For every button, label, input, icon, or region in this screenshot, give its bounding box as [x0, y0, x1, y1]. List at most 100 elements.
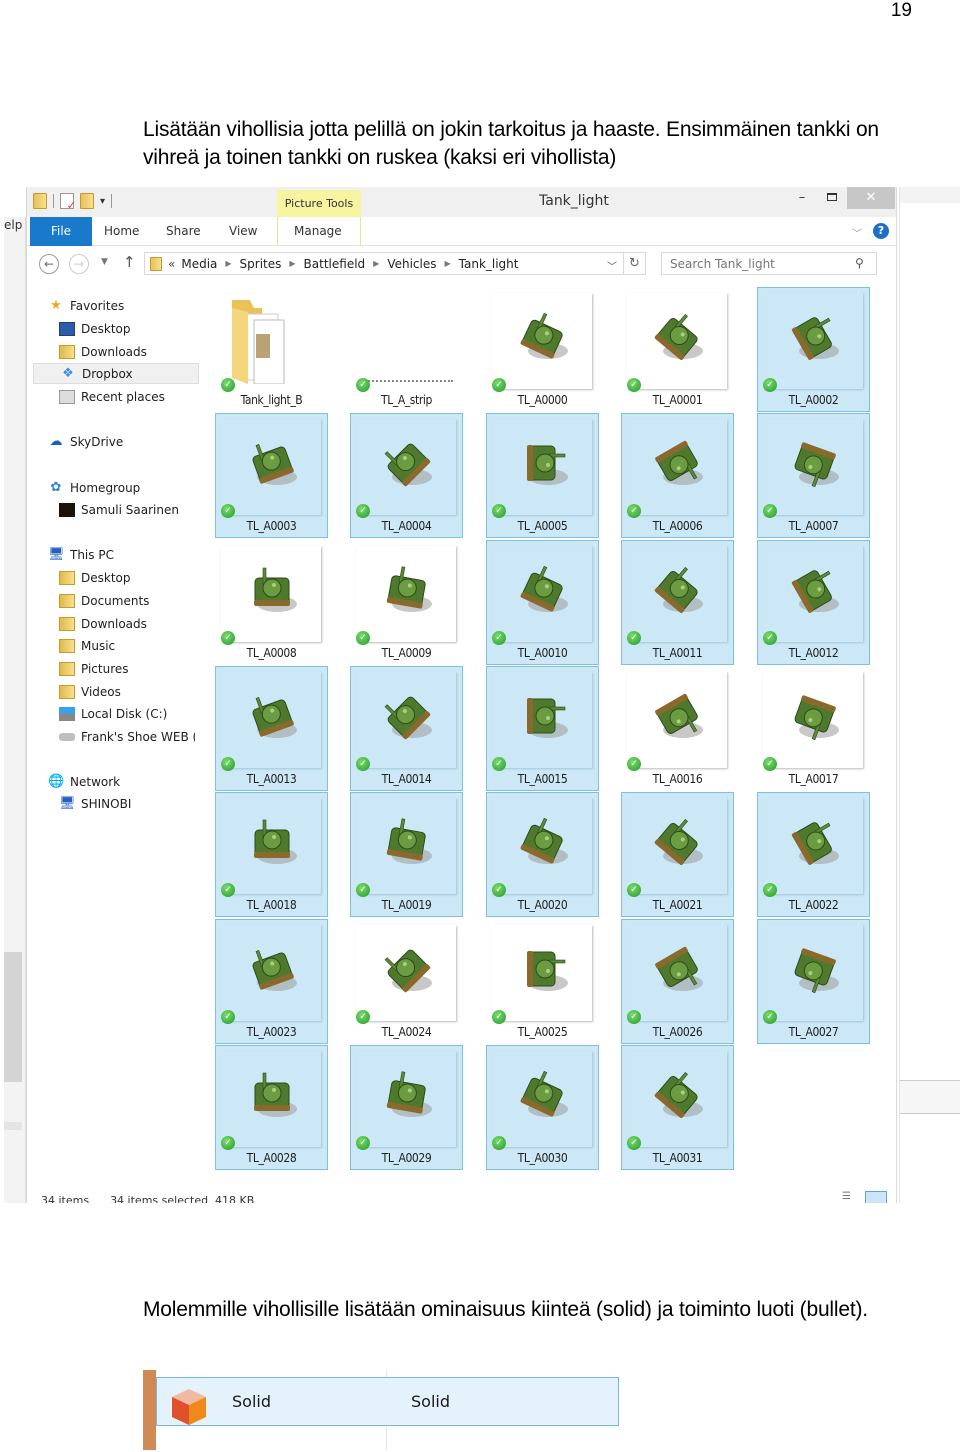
sidebar-item-downloads[interactable]: Downloads — [27, 341, 195, 362]
solid-property-row[interactable]: Solid Solid — [156, 1377, 619, 1426]
sidebar-item-videos[interactable]: Videos — [27, 681, 195, 702]
sidebar-network[interactable]: 🌐 Network — [27, 771, 195, 792]
refresh-button[interactable]: ↻ — [624, 252, 646, 275]
tab-share[interactable]: Share — [166, 217, 201, 246]
file-item[interactable]: ✓ TL_A_strip — [350, 287, 463, 412]
file-item[interactable]: ✓ TL_A0007 — [757, 413, 870, 538]
file-item[interactable]: ✓ TL_A0020 — [486, 792, 599, 917]
sidebar-skydrive[interactable]: ☁ SkyDrive — [27, 431, 195, 452]
back-button[interactable]: ← — [39, 254, 59, 274]
file-item[interactable]: ✓ TL_A0000 — [486, 287, 599, 412]
maximize-button[interactable] — [822, 187, 842, 209]
customize-dropdown-icon[interactable]: ▾ — [100, 196, 105, 207]
file-item[interactable]: ✓ TL_A0023 — [215, 919, 328, 1044]
tab-view[interactable]: View — [229, 217, 257, 246]
sidebar-item-recent-places[interactable]: Recent places — [27, 386, 195, 407]
file-item[interactable]: ✓ TL_A0011 — [621, 540, 734, 665]
large-icons-view-button[interactable] — [865, 1191, 887, 1203]
tab-manage[interactable]: Manage — [294, 217, 342, 246]
sidebar-item-pc-desktop[interactable]: Desktop — [27, 567, 195, 588]
file-item[interactable]: ✓ TL_A0004 — [350, 413, 463, 538]
file-item[interactable]: ✓ TL_A0013 — [215, 666, 328, 791]
sidebar-item-usb-drive[interactable]: Frank's Shoe WEB (D — [27, 726, 195, 747]
file-item[interactable]: ✓ TL_A0028 — [215, 1045, 328, 1170]
videos-folder-icon — [59, 684, 75, 699]
sidebar-item-shinobi[interactable]: 🖥 SHINOBI — [27, 793, 195, 814]
recent-locations-icon[interactable]: ▼ — [101, 257, 108, 267]
sidebar-item-pc-downloads[interactable]: Downloads — [27, 613, 195, 634]
file-item[interactable]: ✓ TL_A0012 — [757, 540, 870, 665]
close-button[interactable]: ✕ — [847, 187, 895, 209]
new-folder-icon[interactable] — [80, 193, 94, 209]
usb-drive-icon — [59, 732, 75, 741]
sidebar-item-samuli-saarinen[interactable]: Samuli Saarinen — [27, 499, 195, 520]
file-name: TL_A0018 — [246, 898, 297, 912]
file-item[interactable]: ✓ TL_A0018 — [215, 792, 328, 917]
sidebar-item-music[interactable]: Music — [27, 635, 195, 656]
file-item[interactable]: ✓ TL_A0024 — [350, 919, 463, 1044]
up-button[interactable]: ↑ — [123, 253, 136, 271]
sidebar-item-desktop[interactable]: Desktop — [27, 318, 195, 339]
file-item[interactable]: ✓ TL_A0006 — [621, 413, 734, 538]
sidebar-item-documents[interactable]: Documents — [27, 590, 195, 611]
properties-icon[interactable] — [60, 193, 76, 212]
sidebar-favorites[interactable]: ★ Favorites — [27, 295, 195, 316]
sidebar-item-pictures[interactable]: Pictures — [27, 658, 195, 679]
file-item[interactable]: ✓ TL_A0010 — [486, 540, 599, 665]
file-item[interactable]: ✓ TL_A0009 — [350, 540, 463, 665]
details-view-button[interactable]: ☰ — [842, 1191, 851, 1202]
breadcrumb-sprites[interactable]: Sprites — [240, 257, 282, 271]
help-icon[interactable]: ? — [873, 223, 889, 239]
file-item[interactable]: ✓ TL_A0029 — [350, 1045, 463, 1170]
breadcrumb-arrow-icon[interactable]: ▶ — [225, 259, 231, 268]
sidebar-homegroup[interactable]: ✿ Homegroup — [27, 477, 195, 498]
file-item[interactable]: ✓ TL_A0008 — [215, 540, 328, 665]
folder-icon[interactable] — [33, 193, 47, 209]
file-item[interactable]: ✓ TL_A0030 — [486, 1045, 599, 1170]
file-item[interactable]: ✓ TL_A0025 — [486, 919, 599, 1044]
search-icon[interactable]: ⚲ — [855, 256, 864, 270]
breadcrumb-battlefield[interactable]: Battlefield — [304, 257, 366, 271]
tank-sprite-icon — [254, 819, 297, 864]
file-item[interactable]: ✓ TL_A0027 — [757, 919, 870, 1044]
breadcrumb-arrow-icon[interactable]: ▶ — [373, 259, 379, 268]
tank-sprite-icon — [384, 443, 432, 487]
tab-file[interactable]: File — [30, 217, 92, 246]
file-item[interactable]: ✓ TL_A0031 — [621, 1045, 734, 1170]
sidebar-item-dropbox[interactable]: ❖ Dropbox — [33, 363, 199, 384]
file-item[interactable]: ✓ TL_A0016 — [621, 666, 734, 791]
file-name: TL_A0019 — [381, 898, 432, 912]
file-item[interactable]: ✓ TL_A0017 — [757, 666, 870, 791]
search-input[interactable] — [661, 252, 877, 275]
file-item[interactable]: ✓ TL_A0022 — [757, 792, 870, 917]
file-item[interactable]: ✓ TL_A0002 — [757, 287, 870, 412]
file-item[interactable]: ✓ TL_A0003 — [215, 413, 328, 538]
breadcrumb-arrow-icon[interactable]: ▶ — [289, 259, 295, 268]
breadcrumb-tank-light[interactable]: Tank_light — [459, 257, 519, 271]
expand-ribbon-icon[interactable]: ﹀ — [852, 225, 862, 240]
file-item[interactable]: ✓ TL_A0015 — [486, 666, 599, 791]
tab-home[interactable]: Home — [104, 217, 139, 246]
background-scrollbar[interactable] — [4, 952, 22, 1082]
solid-property-panel: Solid Solid — [143, 1370, 643, 1452]
file-item[interactable]: ✓ TL_A0021 — [621, 792, 734, 917]
breadcrumb-media[interactable]: Media — [181, 257, 217, 271]
file-item[interactable]: ✓ TL_A0005 — [486, 413, 599, 538]
sidebar-this-pc[interactable]: 🖥 This PC — [27, 544, 195, 565]
thumbnail — [763, 925, 863, 1021]
breadcrumb-vehicles[interactable]: Vehicles — [387, 257, 436, 271]
file-item[interactable]: ✓ TL_A0019 — [350, 792, 463, 917]
address-dropdown-icon[interactable]: ﹀ — [607, 258, 617, 273]
thumbnail — [763, 546, 863, 642]
breadcrumb-overflow[interactable]: « — [168, 257, 175, 271]
file-item[interactable]: ✓ TL_A0026 — [621, 919, 734, 1044]
tank-sprite-icon — [520, 817, 568, 864]
file-item[interactable]: ✓ TL_A0001 — [621, 287, 734, 412]
breadcrumb-arrow-icon[interactable]: ▶ — [444, 259, 450, 268]
file-item[interactable]: ✓ Tank_light_B — [215, 287, 328, 412]
sidebar-item-local-disk[interactable]: Local Disk (C:) — [27, 703, 195, 724]
forward-button[interactable]: → — [69, 254, 89, 274]
minimize-button[interactable]: – — [792, 187, 812, 209]
file-item[interactable]: ✓ TL_A0014 — [350, 666, 463, 791]
address-bar[interactable]: « Media ▶ Sprites ▶ Battlefield ▶ Vehicl… — [144, 252, 624, 275]
